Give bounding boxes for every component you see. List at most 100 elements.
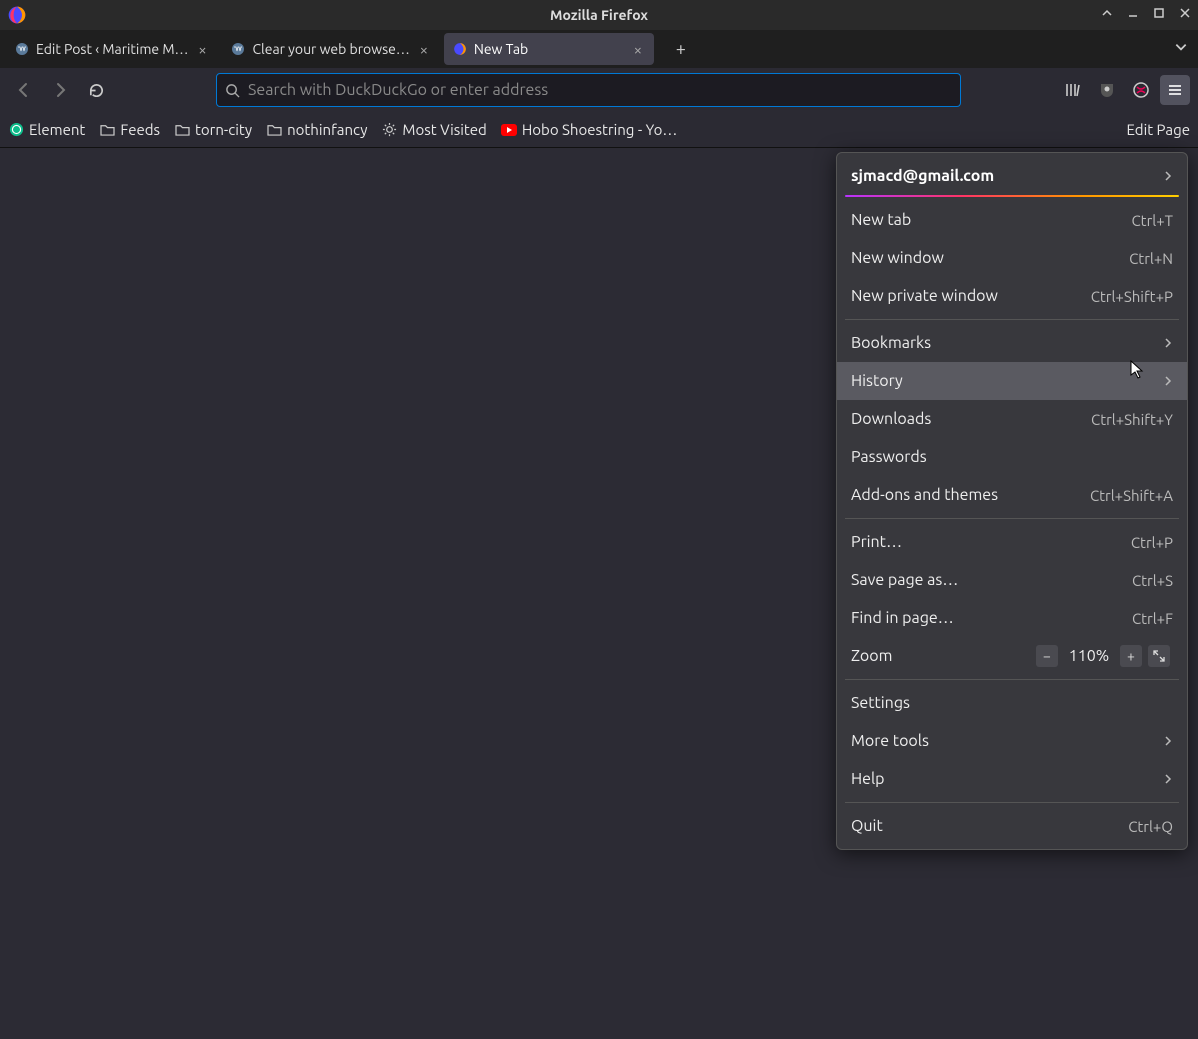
- bookmark-label: Feeds: [120, 121, 160, 138]
- nav-toolbar: [0, 68, 1198, 112]
- bookmark-label: Element: [29, 121, 85, 138]
- tab-close-icon[interactable]: ×: [630, 41, 646, 57]
- menu-separator: [845, 679, 1179, 680]
- zoom-out-button[interactable]: −: [1036, 645, 1058, 667]
- chevron-right-icon: [1163, 376, 1173, 386]
- fullscreen-button[interactable]: [1148, 645, 1170, 667]
- tab-close-icon[interactable]: ×: [416, 41, 432, 57]
- bookmark-torn-city[interactable]: torn-city: [174, 121, 252, 138]
- noscript-icon[interactable]: [1126, 75, 1156, 105]
- tab-2[interactable]: New Tab ×: [444, 33, 654, 65]
- menu-item-shortcut: Ctrl+T: [1131, 212, 1173, 229]
- bookmark-label: Edit Page: [1127, 121, 1190, 138]
- tab-0[interactable]: Edit Post ‹ Maritime M… ×: [6, 33, 218, 65]
- bookmark-hobo-shoestring[interactable]: Hobo Shoestring - Yo…: [501, 121, 678, 138]
- bookmark-nothinfancy[interactable]: nothinfancy: [266, 121, 367, 138]
- menu-item-label: New window: [851, 249, 944, 267]
- bookmark-feeds[interactable]: Feeds: [99, 121, 160, 138]
- wordpress-icon: [230, 41, 246, 57]
- minimize-button[interactable]: [1124, 4, 1142, 22]
- menu-downloads[interactable]: Downloads Ctrl+Shift+Y: [837, 400, 1187, 438]
- menu-item-label: Save page as…: [851, 571, 958, 589]
- menu-item-shortcut: Ctrl+P: [1131, 534, 1173, 551]
- chevron-right-icon: [1163, 736, 1173, 746]
- url-bar[interactable]: [216, 73, 961, 107]
- bookmark-label: torn-city: [195, 121, 252, 138]
- menu-help[interactable]: Help: [837, 760, 1187, 798]
- menu-print[interactable]: Print… Ctrl+P: [837, 523, 1187, 561]
- bookmark-overflow-item[interactable]: Edit Page: [1127, 121, 1190, 138]
- bookmarks-toolbar: Element Feeds torn-city nothinfancy Most…: [0, 112, 1198, 148]
- menu-history[interactable]: History: [837, 362, 1187, 400]
- back-button[interactable]: [8, 74, 40, 106]
- menu-account-label: sjmacd@gmail.com: [851, 167, 994, 185]
- menu-more-tools[interactable]: More tools: [837, 722, 1187, 760]
- menu-item-label: Add-ons and themes: [851, 486, 998, 504]
- new-tab-button[interactable]: +: [666, 34, 696, 64]
- menu-item-label: Quit: [851, 817, 883, 835]
- app-menu-button[interactable]: [1160, 75, 1190, 105]
- scroll-up-icon[interactable]: [1098, 4, 1116, 22]
- window-title: Mozilla Firefox: [0, 7, 1198, 23]
- menu-item-label: Settings: [851, 694, 910, 712]
- tab-1[interactable]: Clear your web browse… ×: [222, 33, 439, 65]
- reload-button[interactable]: [80, 74, 112, 106]
- window-titlebar: Mozilla Firefox: [0, 0, 1198, 30]
- youtube-icon: [501, 122, 517, 138]
- ublock-icon[interactable]: [1092, 75, 1122, 105]
- menu-new-tab[interactable]: New tab Ctrl+T: [837, 201, 1187, 239]
- menu-separator: [845, 319, 1179, 320]
- wordpress-icon: [14, 41, 30, 57]
- menu-new-private-window[interactable]: New private window Ctrl+Shift+P: [837, 277, 1187, 315]
- menu-passwords[interactable]: Passwords: [837, 438, 1187, 476]
- menu-item-shortcut: Ctrl+S: [1132, 572, 1173, 589]
- bookmark-label: Most Visited: [402, 121, 486, 138]
- chevron-right-icon: [1163, 338, 1173, 348]
- folder-icon: [266, 122, 282, 138]
- menu-zoom: Zoom − 110% +: [837, 637, 1187, 675]
- menu-item-shortcut: Ctrl+Shift+A: [1090, 487, 1173, 504]
- library-button[interactable]: [1058, 75, 1088, 105]
- menu-item-label: Help: [851, 770, 885, 788]
- firefox-icon: [452, 41, 468, 57]
- bookmark-element[interactable]: Element: [8, 121, 85, 138]
- menu-find-in-page[interactable]: Find in page… Ctrl+F: [837, 599, 1187, 637]
- folder-icon: [99, 122, 115, 138]
- tab-title: New Tab: [474, 41, 624, 57]
- page-content: sjmacd@gmail.com New tab Ctrl+T New wind…: [0, 148, 1198, 1039]
- menu-item-shortcut: Ctrl+Q: [1128, 818, 1173, 835]
- menu-separator: [845, 518, 1179, 519]
- chevron-right-icon: [1163, 171, 1173, 181]
- maximize-button[interactable]: [1150, 4, 1168, 22]
- menu-item-label: New private window: [851, 287, 998, 305]
- element-icon: [8, 122, 24, 138]
- firefox-logo-icon: [6, 4, 28, 26]
- menu-item-shortcut: Ctrl+N: [1129, 250, 1173, 267]
- tab-close-icon[interactable]: ×: [194, 41, 210, 57]
- bookmark-label: Hobo Shoestring - Yo…: [522, 121, 678, 138]
- close-button[interactable]: [1176, 4, 1194, 22]
- folder-icon: [174, 122, 190, 138]
- menu-account[interactable]: sjmacd@gmail.com: [837, 157, 1187, 195]
- menu-item-shortcut: Ctrl+Shift+P: [1091, 288, 1173, 305]
- menu-addons[interactable]: Add-ons and themes Ctrl+Shift+A: [837, 476, 1187, 514]
- tab-title: Clear your web browse…: [252, 41, 409, 57]
- zoom-in-button[interactable]: +: [1120, 645, 1142, 667]
- menu-save-page-as[interactable]: Save page as… Ctrl+S: [837, 561, 1187, 599]
- menu-item-label: Print…: [851, 533, 902, 551]
- menu-item-label: Passwords: [851, 448, 927, 466]
- menu-quit[interactable]: Quit Ctrl+Q: [837, 807, 1187, 845]
- list-all-tabs-button[interactable]: [1174, 40, 1188, 54]
- url-input[interactable]: [248, 81, 952, 99]
- menu-new-window[interactable]: New window Ctrl+N: [837, 239, 1187, 277]
- menu-item-label: New tab: [851, 211, 911, 229]
- menu-item-label: Bookmarks: [851, 334, 931, 352]
- forward-button[interactable]: [44, 74, 76, 106]
- account-gradient-underline: [845, 195, 1179, 197]
- tab-strip: Edit Post ‹ Maritime M… × Clear your web…: [0, 30, 1198, 68]
- bookmark-most-visited[interactable]: Most Visited: [381, 121, 486, 138]
- menu-bookmarks[interactable]: Bookmarks: [837, 324, 1187, 362]
- gear-icon: [381, 122, 397, 138]
- menu-settings[interactable]: Settings: [837, 684, 1187, 722]
- menu-item-label: History: [851, 372, 903, 390]
